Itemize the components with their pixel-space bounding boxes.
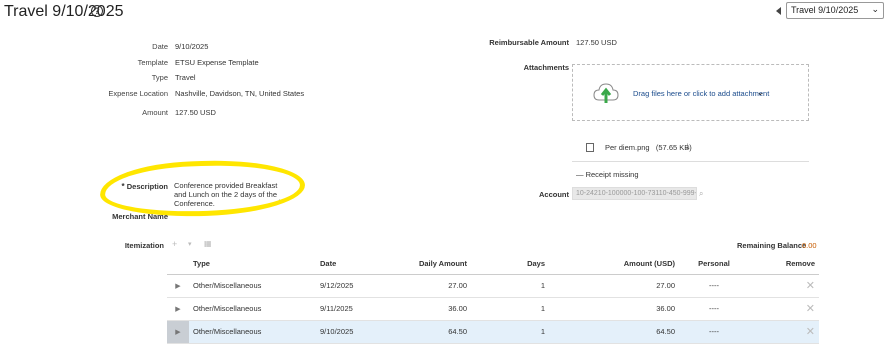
expand-row-icon[interactable]: ▶ [167, 274, 189, 298]
report-select-value: Travel 9/10/2025 [791, 5, 859, 15]
receipt-missing-label: Receipt missing [585, 170, 639, 179]
previous-arrow-icon[interactable] [776, 7, 781, 15]
cell-date: 9/10/2025 [316, 320, 396, 344]
reimbursable-amount-label: Reimbursable Amount [489, 38, 569, 47]
template-label: Template [137, 58, 168, 67]
expand-column-header [167, 254, 189, 275]
report-select[interactable]: Travel 9/10/2025 ⌄ [786, 2, 884, 19]
table-row[interactable]: ▶ Other/Miscellaneous 9/12/2025 27.00 1 … [167, 274, 819, 298]
required-marker: * [121, 182, 125, 191]
cell-date: 9/12/2025 [316, 274, 396, 298]
column-header-date[interactable]: Date [316, 254, 396, 275]
description-textarea[interactable]: Conference provided Breakfast and Lunch … [171, 179, 282, 208]
cell-amount: 27.00 [549, 274, 679, 298]
attachments-label: Attachments [523, 63, 569, 72]
column-header-type[interactable]: Type [189, 254, 316, 275]
divider [572, 161, 809, 162]
resize-handle-icon[interactable]: ◢ [275, 198, 280, 207]
dropdown-arrow-icon[interactable]: ▾ [188, 240, 192, 248]
merchant-name-label: Merchant Name [112, 212, 168, 221]
date-value: 9/10/2025 [175, 42, 209, 51]
column-header-amount[interactable]: Amount (USD) [549, 254, 679, 275]
table-icon[interactable]: ▦ [204, 239, 212, 248]
column-header-daily-amount[interactable]: Daily Amount [396, 254, 471, 275]
amount-label: Amount [142, 108, 168, 117]
chevron-down-icon: ⌄ [871, 4, 879, 14]
cell-days: 1 [471, 320, 549, 344]
description-text: Conference provided Breakfast and Lunch … [174, 181, 278, 208]
reimbursable-amount-value: 127.50 USD [576, 38, 617, 47]
column-header-days[interactable]: Days [471, 254, 549, 275]
remove-icon[interactable]: ✕ [806, 303, 815, 315]
cell-type: Other/Miscellaneous [189, 320, 316, 344]
cell-type: Other/Miscellaneous [189, 274, 316, 298]
date-label: Date [152, 42, 168, 51]
attachment-file[interactable]: Per diem.png (57.65 KB) [605, 143, 692, 152]
search-icon[interactable]: ⌕ [699, 189, 703, 199]
table-row[interactable]: ▶ Other/Miscellaneous 9/11/2025 36.00 1 … [167, 297, 819, 321]
cloud-upload-icon [593, 83, 619, 103]
attachment-dropzone[interactable]: Drag files here or click to add attachme… [572, 64, 809, 121]
expense-location-value: Nashville, Davidson, TN, United States [175, 89, 305, 98]
remaining-balance-label: Remaining Balance [737, 241, 807, 250]
itemization-label: Itemization [124, 241, 164, 250]
cell-amount: 64.50 [549, 320, 679, 344]
description-label: * Description [121, 182, 168, 191]
page-title: Travel 9/10/2025 [4, 3, 124, 20]
cell-daily-amount: 36.00 [396, 297, 471, 321]
expand-row-icon[interactable]: ▶ [167, 297, 189, 321]
cell-date: 9/11/2025 [316, 297, 396, 321]
dropzone-text: Drag files here or click to add attachme… [633, 89, 770, 98]
cell-daily-amount: 27.00 [396, 274, 471, 298]
remaining-balance-value: 0.00 [802, 241, 817, 250]
type-label: Type [151, 73, 168, 82]
expense-location-label: Expense Location [108, 89, 168, 98]
help-icon[interactable]: ? [91, 5, 103, 17]
cell-personal: ---- [679, 297, 749, 321]
type-value: Travel [175, 73, 196, 82]
cell-daily-amount: 64.50 [396, 320, 471, 344]
add-icon[interactable]: + [172, 239, 177, 249]
table-row-selected[interactable]: ▶ Other/Miscellaneous 9/10/2025 64.50 1 … [167, 320, 819, 344]
checkbox-icon: — [576, 170, 584, 179]
cell-days: 1 [471, 274, 549, 298]
receipt-missing-checkbox[interactable]: — Receipt missing [576, 170, 639, 179]
amount-value: 127.50 USD [175, 108, 216, 117]
column-header-personal[interactable]: Personal [679, 254, 749, 275]
column-header-remove[interactable]: Remove [749, 254, 819, 275]
remove-icon[interactable]: ✕ [806, 326, 815, 338]
template-value: ETSU Expense Template [175, 58, 259, 67]
chevron-down-icon[interactable]: ⌄ [757, 88, 764, 97]
remove-icon[interactable]: ✕ [806, 280, 815, 292]
file-icon [586, 143, 594, 152]
account-input[interactable]: 10-24210-100000-100-73110-450-999-99 [572, 187, 697, 200]
cell-personal: ---- [679, 274, 749, 298]
cell-days: 1 [471, 297, 549, 321]
expand-row-icon[interactable]: ▶ [167, 320, 189, 344]
cell-personal: ---- [679, 320, 749, 344]
cell-amount: 36.00 [549, 297, 679, 321]
cell-type: Other/Miscellaneous [189, 297, 316, 321]
itemization-table: Type Date Daily Amount Days Amount (USD)… [167, 254, 819, 344]
account-label: Account [539, 190, 569, 199]
download-icon[interactable]: ⤓ [686, 142, 690, 152]
table-header-row: Type Date Daily Amount Days Amount (USD)… [167, 254, 819, 275]
